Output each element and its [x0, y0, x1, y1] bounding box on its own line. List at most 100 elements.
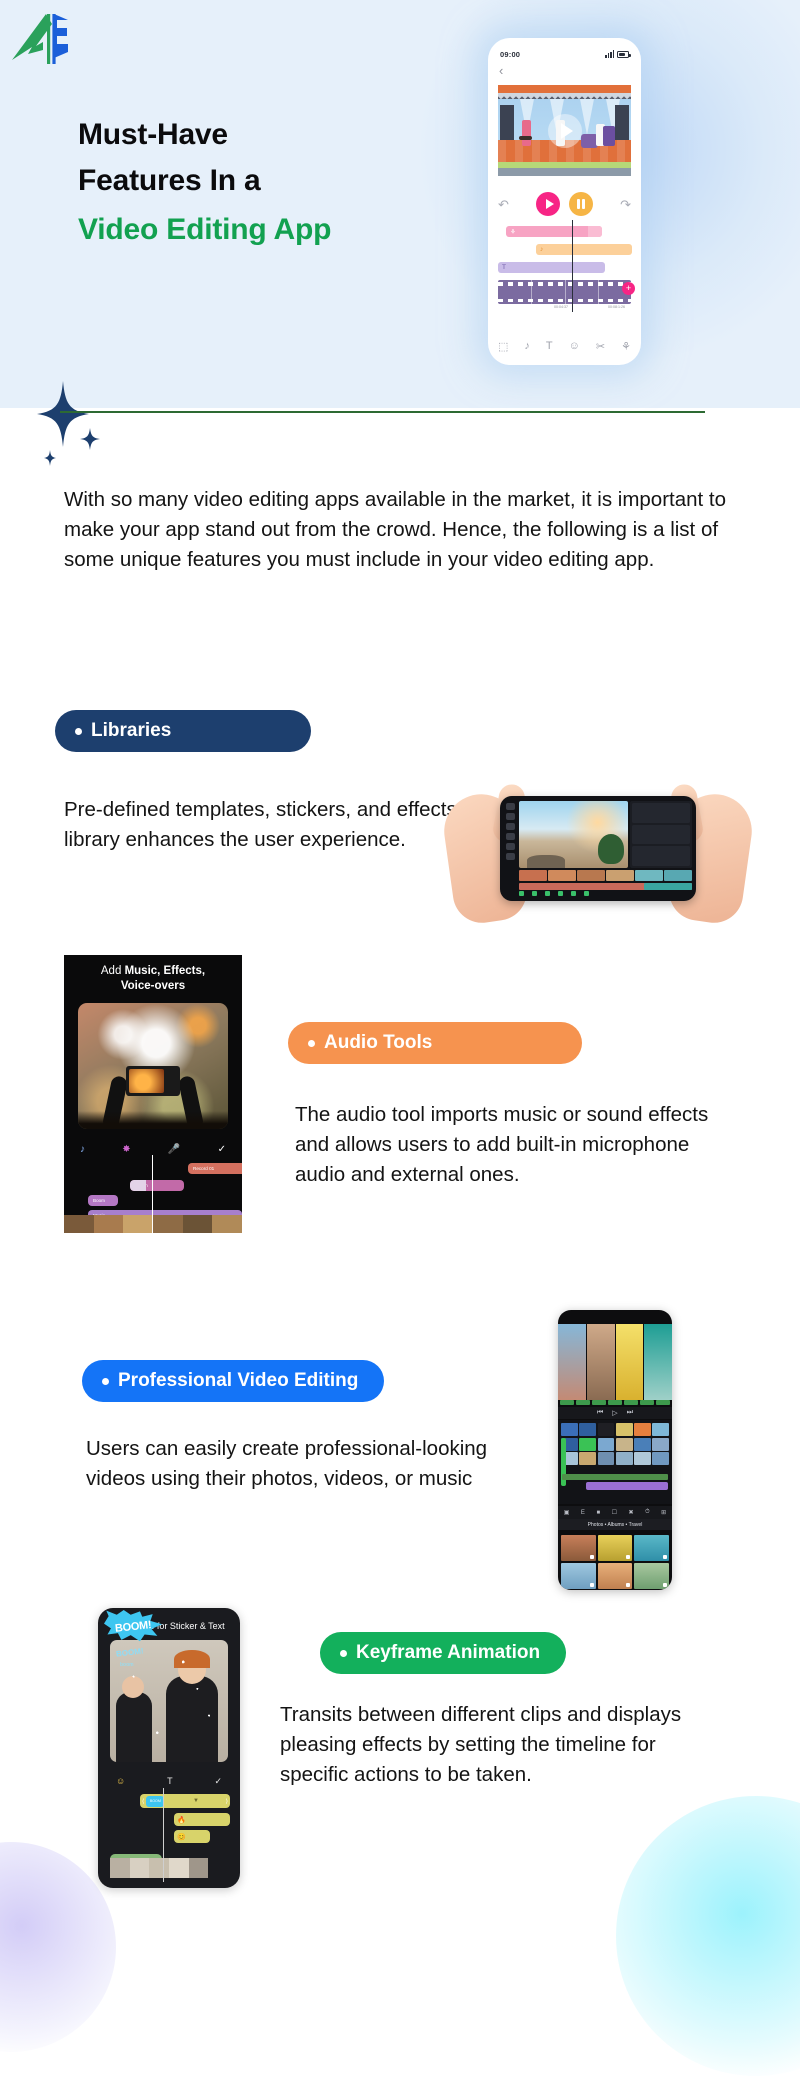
- audio-track[interactable]: ♪: [536, 244, 632, 255]
- cut-icon[interactable]: ✖: [628, 1509, 633, 1516]
- audio-filmstrip[interactable]: [64, 1215, 242, 1233]
- keyframe-photo-preview: [110, 1640, 228, 1762]
- badge-professional-video-editing: Professional Video Editing: [82, 1360, 385, 1402]
- keyframe-playhead[interactable]: [163, 1788, 164, 1882]
- bullet-dot-icon: [102, 1377, 109, 1385]
- media-gallery-grid[interactable]: [558, 1532, 672, 1590]
- text-tool-icon[interactable]: T: [546, 340, 553, 352]
- confirm-check-icon[interactable]: ✓: [218, 1144, 226, 1155]
- tool-rail: [504, 801, 517, 896]
- pause-button[interactable]: [569, 192, 593, 216]
- pro-toolbar: ▣ E ■ ☐ ✖ ⏱ ⊞: [558, 1506, 672, 1519]
- audio-timeline-tracks[interactable]: Record 01 Laugh Boom Music: [64, 1163, 242, 1221]
- sticker-icon[interactable]: ■: [596, 1510, 600, 1516]
- timeline-tracks[interactable]: ⚘ ♪ T + 00:04:37 00:08:1:26: [498, 220, 635, 312]
- gallery-tabs[interactable]: Photos • Albums • Travel: [558, 1519, 672, 1530]
- boom-clip-chip[interactable]: BOOM: [146, 1795, 165, 1807]
- sticker-track[interactable]: ⚘: [506, 226, 602, 237]
- redo-icon[interactable]: ↷: [620, 198, 631, 211]
- sticker-tool-icon[interactable]: ☺: [569, 340, 580, 352]
- effects-icon[interactable]: ⚘: [621, 340, 631, 353]
- next-frame-icon[interactable]: ⏭: [627, 1409, 633, 1417]
- professional-body-text: Users can easily create professional-loo…: [86, 1437, 488, 1491]
- audio-playhead[interactable]: [152, 1155, 153, 1233]
- bullet-dot-icon: [75, 727, 82, 735]
- keyframe-track-b[interactable]: 😊: [174, 1830, 210, 1843]
- boom-sticker-large: BOOM!: [104, 1610, 162, 1642]
- sparkle-tiny-icon: [44, 450, 56, 466]
- playhead[interactable]: [572, 220, 573, 312]
- transition-icon[interactable]: ☐: [612, 1509, 617, 1516]
- prev-frame-icon[interactable]: ⏮: [597, 1409, 603, 1417]
- boom-sticker-label: BOOM!: [114, 1619, 152, 1635]
- sticker-icon: ⚘: [510, 228, 516, 236]
- confirm-check-icon[interactable]: ✓: [214, 1776, 222, 1787]
- pro-timeline[interactable]: [558, 1420, 672, 1504]
- sound-effect-icon[interactable]: ✸: [122, 1144, 130, 1155]
- crop-icon[interactable]: ⬚: [498, 340, 508, 353]
- editor-toolbar: ⬚ ♪ T ☺ ✂ ⚘: [498, 337, 631, 355]
- video-filmstrip-track[interactable]: [498, 280, 631, 304]
- video-preview[interactable]: [498, 85, 631, 176]
- play-overlay-icon[interactable]: [547, 113, 582, 148]
- hero-banner: Must-Have Features In a Video Editing Ap…: [0, 0, 800, 408]
- export-icon[interactable]: ⊞: [661, 1509, 666, 1516]
- gallery-tabs-label: Photos • Albums • Travel: [587, 1521, 643, 1528]
- trim-left-handle-icon[interactable]: ⟨: [142, 1798, 144, 1805]
- play-button[interactable]: [536, 192, 560, 216]
- text-icon[interactable]: E: [581, 1510, 585, 1516]
- gallery-item[interactable]: [561, 1535, 596, 1561]
- trim-right-handle-icon[interactable]: ⟩: [226, 1798, 228, 1805]
- audio-tool-row: ♪ ✸ 🎤 ✓: [80, 1141, 226, 1157]
- hands-holding-phone-illustration: [439, 780, 757, 927]
- badge-keyframe-label: Keyframe Animation: [356, 1642, 541, 1663]
- track-record[interactable]: Record 01: [188, 1163, 242, 1174]
- gallery-item[interactable]: [634, 1563, 669, 1589]
- keyframe-track-a[interactable]: 🔥: [174, 1813, 230, 1826]
- keyframe-body-text: Transits between different clips and dis…: [280, 1703, 682, 1787]
- libraries-body-text: Pre-defined templates, stickers, and eff…: [64, 798, 457, 852]
- keyframe-marker-icon[interactable]: ▼: [193, 1798, 199, 1804]
- badge-libraries-label: Libraries: [91, 720, 172, 741]
- audio-tools-body-text: The audio tool imports music or sound ef…: [295, 1103, 709, 1187]
- badge-audio-tools-label: Audio Tools: [324, 1032, 433, 1053]
- microphone-icon[interactable]: 🎤: [168, 1144, 180, 1155]
- phone-status-bar: 09:00: [500, 48, 631, 60]
- timecode-right: 00:08:1:26: [608, 305, 625, 309]
- gallery-item[interactable]: [561, 1563, 596, 1589]
- boom-sticker-small: boom: [120, 1662, 134, 1668]
- keyframe-filmstrip[interactable]: [110, 1858, 229, 1878]
- track-laugh[interactable]: Laugh: [130, 1180, 184, 1191]
- fire-emoji-icon: 🔥: [177, 1816, 186, 1824]
- keyframe-title-rest: for Sticker & Text: [154, 1621, 225, 1631]
- title-line-1: Must-Have: [78, 118, 228, 151]
- back-icon[interactable]: ‹: [499, 64, 503, 77]
- play-icon[interactable]: ▷: [612, 1409, 617, 1417]
- undo-icon[interactable]: ↶: [498, 198, 509, 211]
- add-clip-button[interactable]: +: [622, 282, 635, 295]
- page-title: Must-Have Features In a Video Editing Ap…: [78, 112, 498, 253]
- speed-icon[interactable]: ⏱: [645, 1509, 650, 1516]
- text-track[interactable]: T: [498, 262, 605, 273]
- audio-tools-phone-mockup: Add Music, Effects, Voice-overs ♪ ✸ 🎤 ✓ …: [64, 955, 242, 1233]
- transport-controls: ⏮ ▷ ⏭: [558, 1407, 672, 1419]
- keyframe-selected-clip[interactable]: ⟨ BOOM ▼ ⟩: [140, 1794, 230, 1808]
- gallery-item[interactable]: [634, 1535, 669, 1561]
- music-icon[interactable]: ♪: [524, 340, 530, 352]
- battery-icon: [617, 51, 631, 58]
- signal-icon: [605, 50, 614, 58]
- track-boom[interactable]: Boom: [88, 1195, 118, 1206]
- gallery-item[interactable]: [597, 1535, 633, 1561]
- gallery-item[interactable]: [597, 1563, 633, 1589]
- text-tool-icon[interactable]: T: [167, 1776, 173, 1786]
- status-time: 09:00: [500, 49, 521, 59]
- audio-title-bold-1: Music, Effects,: [124, 965, 206, 977]
- emoji-sticker-icon[interactable]: ☺: [116, 1776, 125, 1786]
- landscape-editor-phone: [500, 796, 696, 901]
- title-line-3: Video Editing App: [78, 213, 332, 247]
- bottom-right-blob-decoration: [616, 1796, 800, 2076]
- cut-icon[interactable]: ✂: [596, 340, 605, 353]
- music-note-icon[interactable]: ♪: [80, 1144, 85, 1155]
- bullet-dot-icon: [340, 1649, 347, 1657]
- layers-icon[interactable]: ▣: [564, 1509, 570, 1516]
